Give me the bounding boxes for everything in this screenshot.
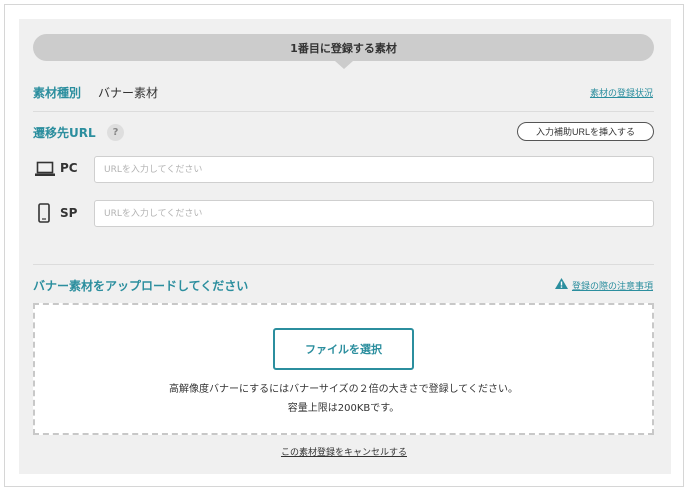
upload-banner-label: バナー素材をアップロードしてください [33,279,249,293]
insert-helper-url-button[interactable]: 入力補助URLを挿入する [517,122,654,141]
smartphone-icon [38,203,50,227]
cancel-registration-link[interactable]: この素材登録をキャンセルする [0,445,688,458]
divider [33,111,654,112]
pc-label: PC [60,161,78,175]
divider [33,264,654,265]
registration-notice-label: 登録の際の注意事項 [571,281,653,292]
material-type-label: 素材種別 [33,86,82,100]
pc-url-input[interactable] [94,156,654,183]
sp-url-input[interactable] [94,200,654,227]
destination-url-label: 遷移先URL [33,126,96,140]
warning-icon [554,278,568,292]
step-header: 1番目に登録する素材 [33,34,654,61]
file-size-limit-text: 容量上限は200KBです。 [287,403,400,414]
material-type-value: バナー素材 [98,86,159,100]
step-header-pointer [335,61,353,69]
resolution-hint-text: 高解像度バナーにするにはバナーサイズの２倍の大きさで登録してください。 [169,384,518,395]
material-status-link[interactable]: 素材の登録状況 [590,86,653,99]
laptop-icon [35,161,55,181]
help-icon[interactable]: ? [107,124,124,141]
registration-notice-link[interactable]: 登録の際の注意事項 [554,278,653,292]
select-file-button[interactable]: ファイルを選択 [273,328,414,370]
sp-label: SP [60,206,78,220]
